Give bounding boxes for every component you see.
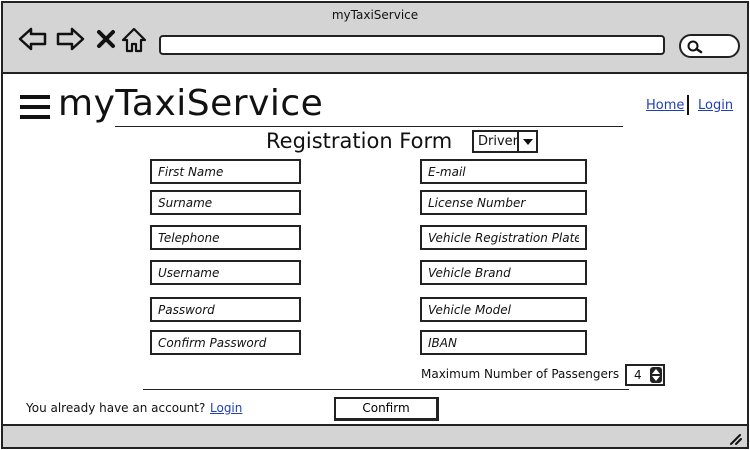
password-field[interactable] — [150, 297, 301, 322]
role-select[interactable]: Driver — [472, 130, 538, 153]
passengers-label: Maximum Number of Passengers — [421, 367, 620, 381]
link-separator — [687, 95, 689, 115]
browser-window: myTaxiService myTaxiService Home Login R… — [1, 1, 749, 449]
resize-grip-icon[interactable] — [727, 431, 743, 445]
form-title: Registration Form — [266, 129, 453, 153]
browser-title: myTaxiService — [331, 8, 419, 22]
iban-field[interactable] — [420, 330, 587, 355]
license-number-field[interactable] — [420, 190, 587, 215]
decrement-icon[interactable] — [652, 376, 660, 381]
confirm-password-field[interactable] — [150, 330, 301, 355]
first-name-field[interactable] — [150, 159, 301, 184]
passengers-value: 4 — [634, 368, 642, 382]
role-select-value: Driver — [478, 134, 519, 149]
forward-arrow-icon[interactable] — [55, 27, 85, 51]
increment-icon[interactable] — [652, 369, 660, 374]
header-divider — [115, 126, 623, 127]
home-icon[interactable] — [121, 27, 147, 53]
account-login-link[interactable]: Login — [210, 401, 242, 415]
status-bar — [3, 424, 747, 447]
address-bar[interactable] — [159, 35, 665, 55]
login-link[interactable]: Login — [698, 98, 733, 113]
back-arrow-icon[interactable] — [18, 27, 48, 51]
brand-title: myTaxiService — [58, 83, 324, 124]
search-icon — [687, 40, 703, 54]
account-prompt: You already have an account? — [26, 401, 206, 415]
passengers-stepper[interactable]: 4 — [625, 364, 665, 386]
search-box[interactable] — [679, 34, 740, 58]
vehicle-brand-field[interactable] — [420, 260, 587, 285]
email-field[interactable] — [420, 159, 587, 184]
form-divider — [143, 389, 629, 390]
browser-chrome: myTaxiService — [3, 3, 747, 74]
close-icon[interactable] — [96, 27, 116, 51]
telephone-field[interactable] — [150, 225, 301, 250]
chevron-down-icon — [517, 132, 536, 151]
vehicle-model-field[interactable] — [420, 297, 587, 322]
surname-field[interactable] — [150, 190, 301, 215]
stepper-buttons[interactable] — [650, 367, 662, 383]
username-field[interactable] — [150, 260, 301, 285]
confirm-button[interactable]: Confirm — [334, 397, 439, 421]
home-link[interactable]: Home — [646, 98, 684, 113]
menu-icon[interactable] — [20, 95, 50, 119]
vehicle-plate-field[interactable] — [420, 225, 587, 250]
